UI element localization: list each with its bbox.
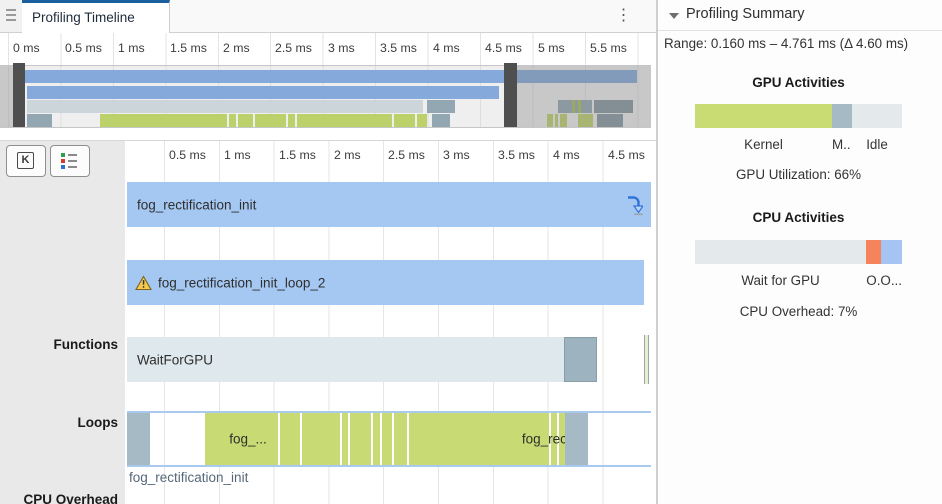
summary-gpu-title: GPU Activities [752, 75, 845, 90]
ruler-tick: 1.5 ms [279, 148, 316, 162]
kernel-icon: K [17, 152, 34, 169]
gpu-kernel-bar[interactable]: fog_... fog_rec... [205, 413, 578, 465]
cpu-overhead-sliver[interactable] [644, 335, 649, 384]
ruler-tick: 3.5 ms [380, 41, 417, 55]
cpu-overhead-label: O.O... [866, 273, 902, 288]
ruler-tick: 2 ms [334, 148, 361, 162]
gpu-utilization-text: GPU Utilization: 66% [735, 167, 862, 182]
timeline-detail-section: K Functions Loops CPU Overhead GPU Activ… [0, 140, 656, 504]
gpu-kernel-segment [695, 104, 832, 128]
ruler-tick: 3 ms [328, 41, 355, 55]
range-handle-right[interactable] [504, 63, 517, 127]
ruler-tick: 0 ms [13, 41, 40, 55]
overview-dim-right [517, 66, 651, 127]
functions-bar[interactable]: fog_rectification_init [127, 182, 651, 227]
gpu-idle-segment [852, 104, 902, 128]
ruler-tick: 2.5 ms [388, 148, 425, 162]
gpu-track-caption: fog_rectification_init [129, 470, 249, 485]
cpu-overhead-segment [866, 240, 881, 264]
gpu-kernel-label: Kernel [744, 137, 783, 152]
ruler-tick: 3.5 ms [498, 148, 535, 162]
overview-ruler[interactable]: 0 ms 0.5 ms 1 ms 1.5 ms 2 ms 2.5 ms 3 ms… [0, 33, 651, 66]
cpu-wait-segment [695, 240, 866, 264]
cpu-bar-label: WaitForGPU [137, 352, 214, 367]
ruler-tick: 4.5 ms [608, 148, 645, 162]
legend-button[interactable] [50, 145, 90, 177]
pane-grip-handle[interactable] [0, 0, 23, 32]
loops-bar-label: fog_rectification_init_loop_2 [158, 275, 326, 290]
ruler-tick: 4 ms [553, 148, 580, 162]
summary-title: Profiling Summary [686, 6, 805, 22]
cpu-overhead-text: CPU Overhead: 7% [739, 304, 858, 319]
tab-profiling-timeline[interactable]: Profiling Timeline [22, 0, 170, 33]
range-handle-left[interactable] [13, 63, 25, 127]
gpu-memcpy-segment [832, 104, 852, 128]
ruler-tick: 5.5 ms [590, 41, 627, 55]
gpu-track-bottom-line [127, 465, 651, 467]
overview-segment [27, 100, 423, 113]
summary-range: Range: 0.160 ms – 4.761 ms (Δ 4.60 ms) [664, 36, 909, 51]
cpu-activities-bar [695, 240, 902, 264]
ruler-tick: 1 ms [118, 41, 145, 55]
gpu-kernel-label-1: fog_... [229, 431, 267, 447]
warning-triangle-icon [135, 275, 152, 290]
profiling-timeline-pane: Profiling Timeline ⋮ 0 ms 0.5 ms 1 ms 1.… [0, 0, 656, 504]
ruler-tick: 1.5 ms [170, 41, 207, 55]
tab-bar: Profiling Timeline ⋮ [0, 0, 656, 33]
track-label-loops: Loops [77, 415, 119, 430]
functions-bar-label: fog_rectification_init [137, 197, 257, 212]
ruler-tick: 2.5 ms [275, 41, 312, 55]
legend-list-icon [61, 153, 78, 169]
ruler-tick: 0.5 ms [169, 148, 206, 162]
summary-cpu-title: CPU Activities [752, 210, 845, 225]
profiling-summary-panel: Profiling Summary Range: 0.160 ms – 4.76… [656, 0, 942, 504]
ruler-tick: 4.5 ms [485, 41, 522, 55]
overview-segment [27, 114, 52, 127]
cpu-other-segment [881, 240, 902, 264]
gpu-memcpy-label: M.. [832, 137, 851, 152]
cpu-overhead-block[interactable] [564, 337, 597, 382]
app-window: Profiling Timeline ⋮ 0 ms 0.5 ms 1 ms 1.… [0, 0, 942, 504]
ruler-tick: 5 ms [538, 41, 565, 55]
track-label-functions: Functions [53, 337, 119, 352]
kebab-menu-icon[interactable]: ⋮ [613, 4, 635, 28]
track-sidebar: K Functions Loops CPU Overhead GPU Activ… [0, 141, 125, 504]
ruler-tick: 0.5 ms [65, 41, 102, 55]
summary-header[interactable]: Profiling Summary [658, 0, 942, 31]
ruler-tick: 2 ms [223, 41, 250, 55]
tab-label: Profiling Timeline [32, 10, 135, 25]
overview-segment [100, 114, 415, 127]
timeline-canvas[interactable]: 0.5 ms 1 ms 1.5 ms 2 ms 2.5 ms 3 ms 3.5 … [125, 141, 651, 504]
overview-dim-left [0, 66, 13, 127]
overview-segment [27, 86, 499, 99]
overview-segment [432, 114, 450, 127]
ruler-tick: 3 ms [443, 148, 470, 162]
loops-bar[interactable]: fog_rectification_init_loop_2 [127, 260, 644, 305]
cpu-wait-bar[interactable]: WaitForGPU [127, 337, 564, 382]
kernel-marker-button[interactable]: K [6, 145, 46, 177]
track-label-cpu: CPU Overhead [23, 492, 118, 504]
gpu-memcpy-block-2[interactable] [565, 413, 588, 465]
overview-segment [417, 114, 427, 127]
gpu-memcpy-block[interactable] [127, 413, 150, 465]
gpu-activities-bar [695, 104, 902, 128]
overview-segment [427, 100, 455, 113]
ruler-tick: 1 ms [224, 148, 251, 162]
ruler-tick: 4 ms [433, 41, 460, 55]
gpu-idle-label: Idle [866, 137, 888, 152]
collapse-arrow-icon[interactable] [669, 13, 679, 19]
jump-to-gpu-icon[interactable] [626, 194, 643, 215]
overview-strip[interactable] [0, 63, 651, 128]
